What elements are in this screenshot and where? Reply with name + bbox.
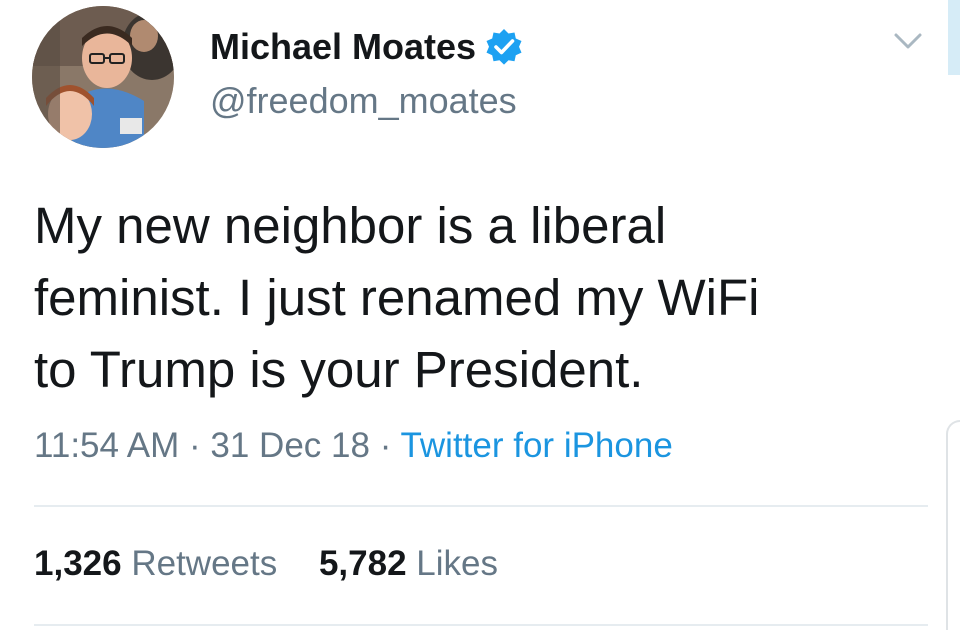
retweets-stat[interactable]: 1,326 Retweets — [34, 544, 277, 584]
meta-separator: · — [379, 426, 392, 465]
author-handle[interactable]: @freedom_moates — [210, 80, 517, 122]
edge-bar — [948, 0, 960, 75]
divider — [34, 505, 928, 507]
retweets-label: Retweets — [131, 544, 278, 583]
likes-stat[interactable]: 5,782 Likes — [319, 544, 498, 584]
retweets-count: 1,326 — [34, 544, 122, 583]
tweet-text: My new neighbor is a liberal feminist. I… — [34, 197, 760, 398]
tweet-meta: 11:54 AM · 31 Dec 18 · Twitter for iPhon… — [34, 426, 673, 466]
avatar[interactable] — [32, 6, 174, 148]
tweet-source-link[interactable]: Twitter for iPhone — [400, 426, 672, 465]
profile-photo-icon — [32, 6, 174, 148]
edge-border — [946, 420, 960, 630]
likes-count: 5,782 — [318, 544, 407, 583]
divider — [34, 624, 928, 626]
verified-badge-icon — [484, 27, 524, 67]
tweet-date[interactable]: 31 Dec 18 — [210, 426, 370, 465]
tweet-time[interactable]: 11:54 AM — [34, 426, 179, 465]
meta-separator: · — [189, 426, 201, 465]
likes-label: Likes — [416, 544, 499, 583]
tweet-stats: 1,326 Retweets 5,782 Likes — [34, 544, 530, 584]
author-name[interactable]: Michael Moates — [210, 26, 524, 68]
display-name-text[interactable]: Michael Moates — [210, 26, 476, 68]
chevron-down-icon[interactable] — [888, 26, 928, 56]
tweet-card: Michael Moates @freedom_moates My new ne… — [0, 0, 960, 630]
